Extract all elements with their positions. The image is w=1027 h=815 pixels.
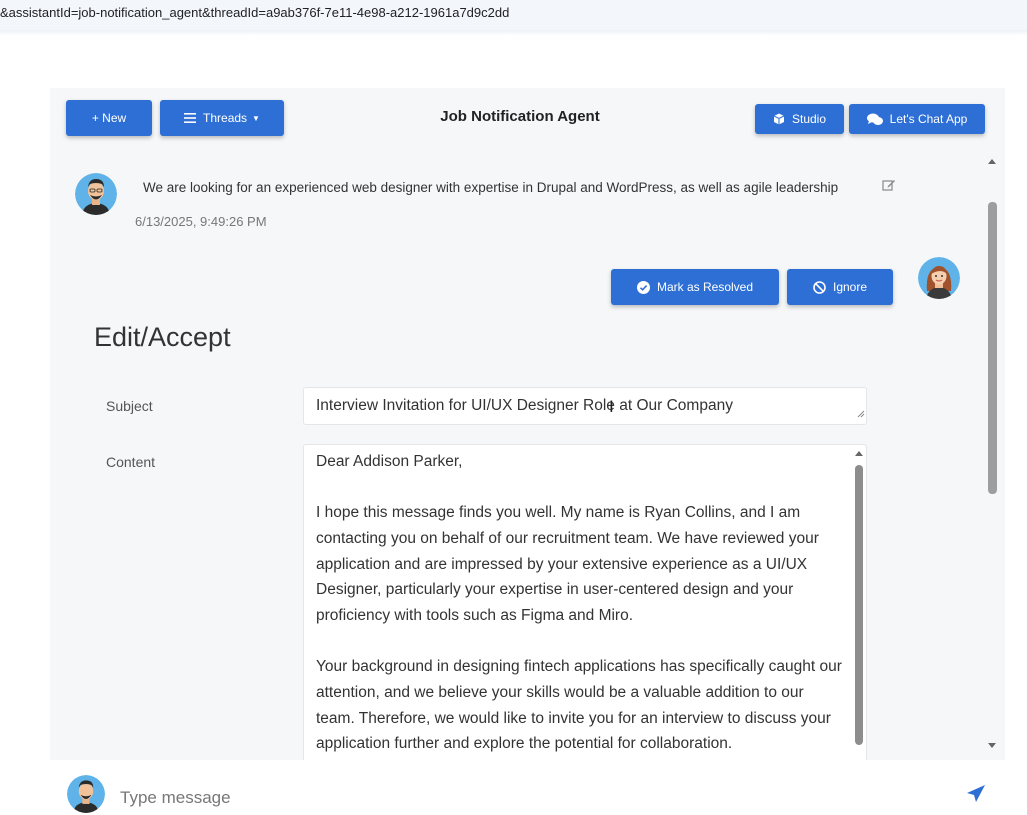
content-paragraph: I hope this message finds you well. My n…: [316, 504, 819, 625]
agent-avatar: [918, 257, 960, 299]
new-button-label: + New: [91, 111, 127, 125]
studio-button[interactable]: Studio: [755, 104, 844, 134]
resize-grip-icon[interactable]: [856, 405, 865, 423]
content-paragraph: Your background in designing fintech app…: [316, 658, 842, 753]
message-timestamp: 6/13/2025, 9:49:26 PM: [135, 214, 267, 229]
content-scrollbar[interactable]: [854, 449, 864, 767]
scroll-up-arrow-icon[interactable]: [855, 451, 863, 456]
content-textarea[interactable]: Dear Addison Parker, I hope this message…: [303, 444, 867, 774]
ignore-label: Ignore: [832, 280, 868, 294]
content-scrollbar-thumb[interactable]: [855, 465, 863, 745]
ignore-button[interactable]: Ignore: [787, 269, 893, 305]
menu-icon: [184, 113, 197, 123]
browser-url-bar[interactable]: &assistantId=job-notification_agent&thre…: [0, 0, 1027, 31]
url-text[interactable]: &assistantId=job-notification_agent&thre…: [0, 5, 509, 20]
scroll-up-arrow-icon[interactable]: [988, 159, 996, 164]
message-text: We are looking for an experienced web de…: [143, 180, 839, 195]
ban-icon: [813, 280, 826, 294]
mark-as-resolved-button[interactable]: Mark as Resolved: [611, 269, 779, 305]
scroll-down-arrow-icon[interactable]: [988, 743, 996, 748]
content-label: Content: [106, 454, 156, 470]
caret-down-icon: ▼: [252, 113, 260, 123]
chat-scrollbar[interactable]: [985, 155, 999, 755]
threads-button[interactable]: Threads ▼: [160, 100, 284, 136]
mark-as-resolved-label: Mark as Resolved: [656, 280, 754, 294]
send-icon[interactable]: [966, 784, 986, 809]
page-title: Job Notification Agent: [440, 108, 600, 125]
composer-user-avatar: [67, 775, 105, 813]
content-paragraph: Dear Addison Parker,: [316, 453, 463, 470]
chat-scrollbar-thumb[interactable]: [988, 202, 997, 494]
text-cursor-icon: I: [609, 397, 614, 416]
studio-button-label: Studio: [791, 112, 827, 126]
form-heading: Edit/Accept: [94, 322, 231, 352]
cube-icon: [773, 113, 785, 125]
user-avatar: [75, 173, 117, 215]
new-button[interactable]: + New: [66, 100, 152, 136]
edit-icon[interactable]: [882, 178, 896, 197]
subject-label: Subject: [106, 398, 153, 414]
subject-value[interactable]: Interview Invitation for UI/UX Designer …: [316, 397, 733, 415]
lets-chat-app-label: Let's Chat App: [889, 112, 968, 126]
check-circle-icon: [636, 280, 650, 294]
url-bar-shadow: [0, 30, 1027, 36]
lets-chat-app-button[interactable]: Let's Chat App: [849, 104, 985, 134]
chat-bubbles-icon: [866, 113, 883, 126]
subject-field[interactable]: Interview Invitation for UI/UX Designer …: [303, 387, 867, 425]
threads-button-label: Threads: [203, 111, 248, 125]
message-input[interactable]: [118, 784, 922, 812]
